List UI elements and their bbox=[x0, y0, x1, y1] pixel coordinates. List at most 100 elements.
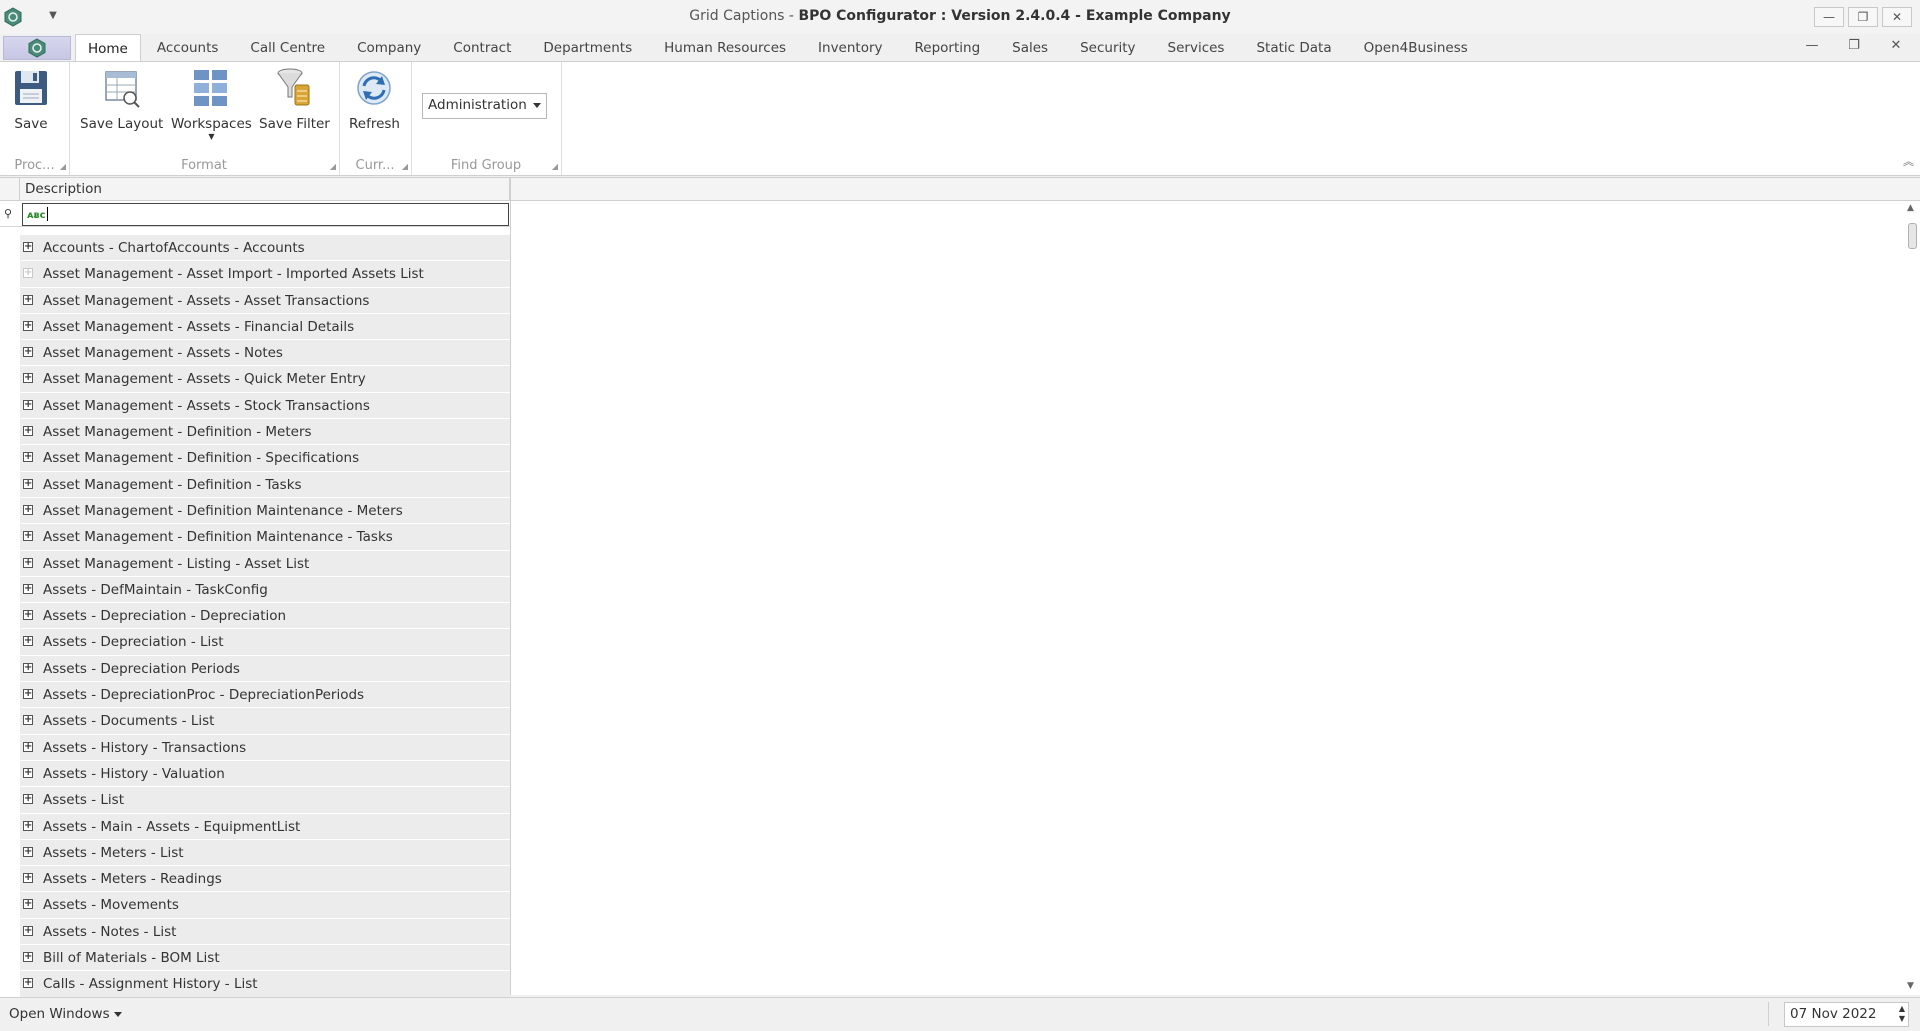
row-indicator[interactable] bbox=[0, 918, 20, 945]
table-row[interactable]: + Asset Management - Definition - Specifi… bbox=[0, 445, 510, 472]
row-indicator[interactable] bbox=[0, 287, 20, 313]
scroll-thumb[interactable] bbox=[1908, 223, 1917, 249]
row-indicator[interactable] bbox=[0, 787, 20, 813]
date-field[interactable]: 07 Nov 2022 ▲ ▼ bbox=[1784, 1002, 1909, 1027]
expand-icon[interactable]: + bbox=[23, 820, 33, 831]
expand-icon[interactable]: + bbox=[23, 373, 33, 384]
expand-icon[interactable]: + bbox=[23, 557, 33, 568]
tab-human-resources[interactable]: Human Resources bbox=[648, 34, 802, 61]
table-row[interactable]: + Asset Management - Asset Import - Impor… bbox=[0, 261, 510, 288]
table-row[interactable]: + Asset Management - Listing - Asset List bbox=[0, 550, 510, 577]
table-row[interactable]: + Assets - Depreciation Periods bbox=[0, 655, 510, 683]
row-indicator[interactable] bbox=[0, 708, 20, 734]
workspaces-button[interactable]: Workspaces ▼ bbox=[171, 66, 252, 141]
row-indicator[interactable] bbox=[0, 497, 20, 524]
row-indicator[interactable] bbox=[0, 471, 20, 497]
row-indicator[interactable] bbox=[0, 813, 20, 839]
tab-company[interactable]: Company bbox=[341, 34, 437, 61]
table-row[interactable]: + Assets - Movements bbox=[0, 892, 510, 919]
table-row[interactable]: + Assets - History - Valuation bbox=[0, 760, 510, 788]
expand-icon[interactable]: + bbox=[23, 320, 33, 331]
expand-icon[interactable]: + bbox=[23, 268, 33, 279]
row-indicator[interactable] bbox=[0, 734, 20, 760]
expand-icon[interactable]: + bbox=[23, 925, 33, 936]
find-group-select[interactable]: Administration bbox=[422, 93, 547, 119]
tab-sales[interactable]: Sales bbox=[996, 34, 1064, 61]
expand-icon[interactable]: + bbox=[23, 767, 33, 778]
minimize-button[interactable]: — bbox=[1814, 7, 1844, 27]
row-indicator[interactable] bbox=[0, 524, 20, 550]
tab-accounts[interactable]: Accounts bbox=[141, 34, 235, 61]
row-indicator[interactable] bbox=[0, 576, 20, 603]
expand-icon[interactable]: + bbox=[23, 689, 33, 700]
expand-icon[interactable]: + bbox=[23, 426, 33, 437]
group-launcher-icon[interactable]: ◢ bbox=[330, 162, 336, 171]
refresh-button[interactable]: Refresh bbox=[349, 66, 400, 132]
group-launcher-icon[interactable]: ◢ bbox=[60, 162, 66, 171]
expand-icon[interactable]: + bbox=[23, 662, 33, 673]
open-windows-button[interactable]: Open Windows bbox=[9, 1006, 122, 1022]
row-indicator[interactable] bbox=[0, 603, 20, 629]
row-indicator[interactable] bbox=[0, 682, 20, 708]
table-row[interactable]: + Accounts - ChartofAccounts - Accounts bbox=[0, 235, 510, 262]
tab-static-data[interactable]: Static Data bbox=[1240, 34, 1347, 61]
expand-icon[interactable]: + bbox=[23, 452, 33, 463]
table-row[interactable]: + Assets - Depreciation - List bbox=[0, 629, 510, 656]
expand-icon[interactable]: + bbox=[23, 347, 33, 358]
tab-open4business[interactable]: Open4Business bbox=[1348, 34, 1484, 61]
table-row[interactable]: + Assets - DefMaintain - TaskConfig bbox=[0, 576, 510, 604]
tab-home[interactable]: Home bbox=[75, 34, 141, 62]
mdi-minimize-icon[interactable]: — bbox=[1798, 38, 1826, 53]
row-indicator[interactable] bbox=[0, 235, 20, 261]
tab-inventory[interactable]: Inventory bbox=[802, 34, 898, 61]
table-row[interactable]: + Calls - Assignment History - List bbox=[0, 971, 510, 998]
mdi-restore-icon[interactable]: ❐ bbox=[1840, 38, 1868, 53]
expand-icon[interactable]: + bbox=[23, 741, 33, 752]
expand-icon[interactable]: + bbox=[23, 873, 33, 884]
row-indicator[interactable] bbox=[0, 971, 20, 997]
collapse-ribbon-icon[interactable]: ︽ bbox=[1903, 153, 1914, 169]
table-row[interactable]: + Asset Management - Definition Maintenan… bbox=[0, 524, 510, 551]
expand-icon[interactable]: + bbox=[23, 399, 33, 410]
expand-icon[interactable]: + bbox=[23, 478, 33, 489]
table-row[interactable]: + Assets - Main - Assets - EquipmentList bbox=[0, 813, 510, 840]
table-row[interactable]: + Bill of Materials - BOM List bbox=[0, 945, 510, 972]
close-button[interactable]: ✕ bbox=[1882, 7, 1912, 27]
filter-operator-icon[interactable]: ᴀᴃc bbox=[27, 210, 46, 221]
tab-reporting[interactable]: Reporting bbox=[899, 34, 997, 61]
expand-icon[interactable]: + bbox=[23, 531, 33, 542]
table-row[interactable]: + Assets - DepreciationProc - Depreciatio… bbox=[0, 682, 510, 709]
table-row[interactable]: + Assets - Notes - List bbox=[0, 918, 510, 946]
group-launcher-icon[interactable]: ◢ bbox=[552, 162, 558, 171]
table-row[interactable]: + Asset Management - Assets - Quick Meter… bbox=[0, 366, 510, 393]
row-indicator[interactable] bbox=[0, 760, 20, 787]
table-row[interactable]: + Assets - History - Transactions bbox=[0, 734, 510, 761]
row-indicator[interactable] bbox=[0, 261, 20, 287]
tab-security[interactable]: Security bbox=[1064, 34, 1151, 61]
column-header-description[interactable]: Description bbox=[20, 178, 510, 201]
save-layout-button[interactable]: Save Layout bbox=[80, 66, 163, 132]
table-row[interactable]: + Assets - Documents - List bbox=[0, 708, 510, 735]
table-row[interactable]: + Asset Management - Definition - Tasks bbox=[0, 471, 510, 498]
row-indicator[interactable] bbox=[0, 550, 20, 576]
row-indicator[interactable] bbox=[0, 866, 20, 892]
row-indicator[interactable] bbox=[0, 313, 20, 340]
tab-departments[interactable]: Departments bbox=[527, 34, 648, 61]
expand-icon[interactable]: + bbox=[23, 794, 33, 805]
tab-contract[interactable]: Contract bbox=[437, 34, 527, 61]
scroll-down-icon[interactable]: ▼ bbox=[1907, 981, 1914, 991]
expand-icon[interactable]: + bbox=[23, 636, 33, 647]
row-indicator[interactable] bbox=[0, 419, 20, 445]
expand-icon[interactable]: + bbox=[23, 899, 33, 910]
table-row[interactable]: + Assets - List bbox=[0, 787, 510, 814]
table-row[interactable]: + Asset Management - Definition Maintenan… bbox=[0, 497, 510, 525]
tab-services[interactable]: Services bbox=[1152, 34, 1241, 61]
group-launcher-icon[interactable]: ◢ bbox=[402, 162, 408, 171]
tab-call-centre[interactable]: Call Centre bbox=[234, 34, 341, 61]
row-indicator[interactable] bbox=[0, 839, 20, 866]
table-row[interactable]: + Asset Management - Assets - Notes bbox=[0, 340, 510, 367]
table-row[interactable]: + Asset Management - Assets - Financial D… bbox=[0, 313, 510, 341]
workspaces-dropdown-icon[interactable]: ▼ bbox=[208, 132, 214, 141]
vertical-scrollbar[interactable]: ▲ ▼ bbox=[1903, 201, 1920, 995]
row-indicator[interactable] bbox=[0, 655, 20, 682]
